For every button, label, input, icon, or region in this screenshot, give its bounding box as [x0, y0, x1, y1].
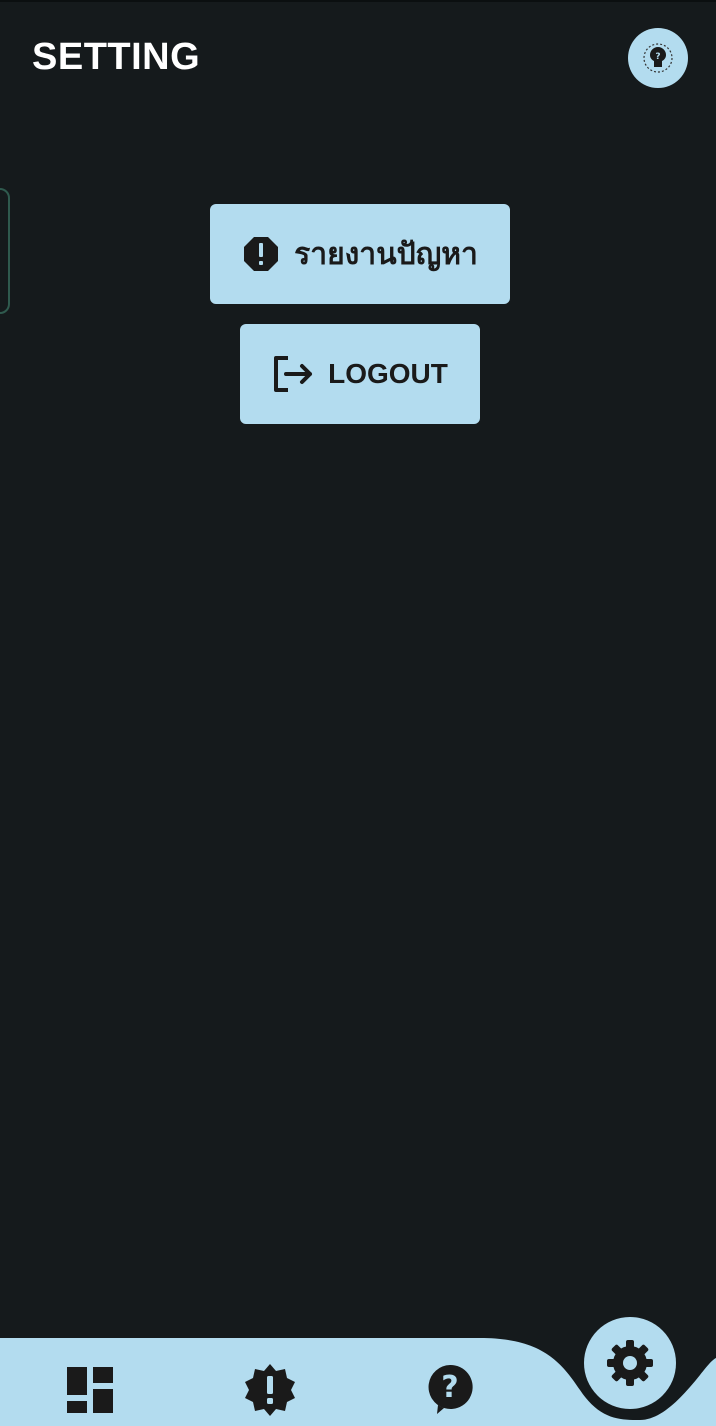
settings-screen: SETTING ? รายงานปัญหา LOGOUT ? — [0, 0, 716, 1426]
nav-report[interactable] — [238, 1358, 302, 1422]
dashboard-icon — [67, 1367, 113, 1413]
alert-badge-icon — [242, 1362, 298, 1418]
nav-help[interactable]: ? — [420, 1358, 480, 1422]
logout-icon — [272, 354, 314, 394]
profile-avatar-button[interactable]: ? — [628, 28, 688, 88]
alert-octagon-icon — [242, 235, 280, 273]
nav-settings-button[interactable] — [584, 1317, 676, 1409]
page-title: SETTING — [32, 36, 201, 78]
side-drawer-handle[interactable] — [0, 188, 10, 314]
nav-dashboard[interactable] — [60, 1360, 120, 1420]
person-question-icon: ? — [641, 41, 675, 75]
bottom-navigation: ? — [0, 1300, 716, 1426]
svg-text:?: ? — [441, 1370, 458, 1405]
help-circle-icon: ? — [427, 1364, 473, 1416]
gear-icon — [605, 1338, 655, 1388]
logout-label: LOGOUT — [328, 358, 448, 389]
status-edge — [0, 0, 716, 2]
report-problem-label: รายงานปัญหา — [294, 236, 478, 272]
logout-button[interactable]: LOGOUT — [240, 324, 480, 424]
svg-text:?: ? — [655, 52, 660, 62]
report-problem-button[interactable]: รายงานปัญหา — [210, 204, 510, 304]
